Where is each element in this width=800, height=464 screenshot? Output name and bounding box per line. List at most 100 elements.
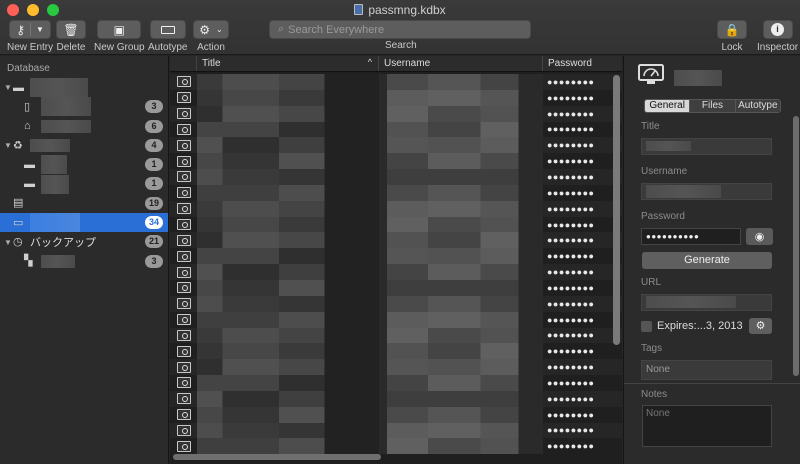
sidebar-item[interactable]: ▤ 19 xyxy=(0,194,168,213)
sidebar: Database ▼ ▬ ▯ 3 ⌂ 6 ▼ ♻ 4 ▬ 1 ▬ 1 ▤ 19 ▭ 34 ▼ ◷ バックアップ 21 ▚ 3 xyxy=(0,56,169,464)
dropdown-arrow-icon[interactable]: ▼ xyxy=(36,25,44,34)
expires-checkbox[interactable] xyxy=(641,321,652,332)
table-row[interactable]: ●●●●●●●● xyxy=(170,375,622,391)
title-cell-redacted xyxy=(197,137,379,154)
sidebar-item-label-redacted xyxy=(30,78,88,98)
table-row[interactable]: ●●●●●●●● xyxy=(170,422,622,439)
count-badge: 19 xyxy=(144,196,163,210)
username-cell-redacted xyxy=(379,264,543,280)
table-row[interactable]: ●●●●●●●● xyxy=(170,390,622,407)
sidebar-item[interactable]: ⌂ 6 xyxy=(0,117,168,136)
notes-field[interactable]: None xyxy=(642,405,772,447)
table-row[interactable]: ●●●●●●●● xyxy=(170,406,622,423)
table-row[interactable]: ●●●●●●●● xyxy=(170,232,622,249)
username-cell-redacted xyxy=(379,74,543,90)
table-row[interactable]: ●●●●●●●● xyxy=(170,248,622,265)
tab-files[interactable]: Files xyxy=(690,100,736,112)
entry-icon-cell xyxy=(170,361,197,373)
recycle-icon: ♻ xyxy=(13,139,23,152)
new-entry-button[interactable]: ⚷ ▼ xyxy=(9,20,52,39)
table-row[interactable]: ●●●●●●●● xyxy=(170,216,622,233)
tab-autotype[interactable]: Autotype xyxy=(735,100,780,112)
username-cell-redacted xyxy=(379,200,543,217)
monitor-icon xyxy=(176,76,191,88)
table-row[interactable]: ●●●●●●●● xyxy=(170,264,622,280)
sidebar-item[interactable]: ▼ ◷ バックアップ 21 xyxy=(0,232,168,251)
disclosure-triangle-icon[interactable]: ▼ xyxy=(3,238,13,247)
search-input[interactable]: ⌕ Search Everywhere xyxy=(269,20,531,39)
table-row[interactable]: ●●●●●●●● xyxy=(170,311,622,328)
monitor-icon xyxy=(176,329,191,341)
eye-icon: ◉ xyxy=(754,231,765,243)
monitor-icon xyxy=(176,187,191,199)
entry-icon-cell xyxy=(170,298,197,310)
table-row[interactable]: ●●●●●●●● xyxy=(170,279,622,296)
password-cell: ●●●●●●●● xyxy=(547,76,595,87)
autotype-button[interactable] xyxy=(149,20,186,39)
entry-icon-cell xyxy=(170,155,197,167)
monitor-icon xyxy=(176,440,191,452)
table-row[interactable]: ●●●●●●●● xyxy=(170,105,622,122)
username-field[interactable] xyxy=(641,183,772,200)
disclosure-triangle-icon[interactable]: ▼ xyxy=(3,141,13,150)
generate-button[interactable]: Generate xyxy=(642,252,772,269)
username-cell-redacted xyxy=(379,327,543,344)
table-row[interactable]: ●●●●●●●● xyxy=(170,153,622,170)
disclosure-triangle-icon[interactable]: ▼ xyxy=(3,83,13,92)
inspector-scrollbar[interactable] xyxy=(793,116,799,376)
sidebar-item[interactable]: ▼ ▬ xyxy=(0,78,168,98)
table-row[interactable]: ●●●●●●●● xyxy=(170,74,622,90)
sidebar-item-label-redacted xyxy=(41,174,69,194)
table-row[interactable]: ●●●●●●●● xyxy=(170,327,622,344)
keyboard-icon xyxy=(160,25,175,34)
action-button[interactable]: ⚙ ⌄ xyxy=(193,20,229,39)
notes-label: Notes xyxy=(641,389,668,400)
reveal-password-button[interactable]: ◉ xyxy=(746,228,773,245)
url-field[interactable] xyxy=(641,294,772,311)
new-group-button[interactable]: ▣ xyxy=(97,20,142,39)
sidebar-item[interactable]: ▚ 3 xyxy=(0,252,168,271)
table-row[interactable]: ●●●●●●●● xyxy=(170,137,622,154)
expires-label: Expires:...3, 2013 xyxy=(657,320,743,332)
sidebar-item[interactable]: ▬ 1 xyxy=(0,174,168,194)
new-entry-label: New Entry xyxy=(7,42,54,53)
icon-column-header[interactable] xyxy=(170,56,197,71)
delete-button[interactable]: 🗑 xyxy=(56,20,86,39)
title-field[interactable] xyxy=(641,138,772,155)
table-row[interactable]: ●●●●●●●● xyxy=(170,184,622,201)
sidebar-item-label: バックアップ xyxy=(30,237,96,250)
table-horizontal-scrollbar[interactable] xyxy=(173,454,381,460)
sidebar-item[interactable]: ▭ 34 xyxy=(0,213,168,233)
sidebar-item[interactable]: ▬ 1 xyxy=(0,155,168,175)
table-row[interactable]: ●●●●●●●● xyxy=(170,200,622,217)
table-vertical-scrollbar[interactable] xyxy=(613,75,620,345)
lock-button[interactable]: 🔒 xyxy=(717,20,747,39)
entry-title-redacted xyxy=(674,70,722,86)
table-row[interactable]: ●●●●●●●● xyxy=(170,89,622,106)
password-column-header[interactable]: Password xyxy=(543,56,622,71)
password-cell: ●●●●●●●● xyxy=(547,330,595,341)
sidebar-item[interactable]: ▯ 3 xyxy=(0,97,168,117)
table-row[interactable]: ●●●●●●●● xyxy=(170,169,622,185)
password-cell: ●●●●●●●● xyxy=(547,314,595,325)
entry-icon-cell xyxy=(170,266,197,278)
username-column-header[interactable]: Username xyxy=(379,56,543,71)
password-field[interactable]: ●●●●●●●●●● xyxy=(641,228,741,245)
table-row[interactable]: ●●●●●●●● xyxy=(170,121,622,138)
table-row[interactable]: ●●●●●●●● xyxy=(170,343,622,360)
tab-general[interactable]: General xyxy=(645,100,691,112)
inspector-button[interactable]: i xyxy=(762,20,793,39)
title-column-label: Title xyxy=(202,58,221,69)
title-column-header[interactable]: Title ^ xyxy=(197,56,379,71)
monitor-icon xyxy=(176,234,191,246)
new-entry-tool: ⚷ ▼ New Entry xyxy=(7,20,53,53)
table-row[interactable]: ●●●●●●●● xyxy=(170,359,622,376)
title-cell-redacted xyxy=(197,89,379,106)
username-value-redacted xyxy=(646,185,721,198)
tags-field[interactable]: None xyxy=(641,360,772,380)
inspector-panel: General Files Autotype Title Username Pa… xyxy=(623,56,800,464)
sidebar-item[interactable]: ▼ ♻ 4 xyxy=(0,136,168,155)
table-row[interactable]: ●●●●●●●● xyxy=(170,438,622,455)
expiry-settings-button[interactable]: ⚙ xyxy=(749,318,772,334)
table-row[interactable]: ●●●●●●●● xyxy=(170,295,622,312)
